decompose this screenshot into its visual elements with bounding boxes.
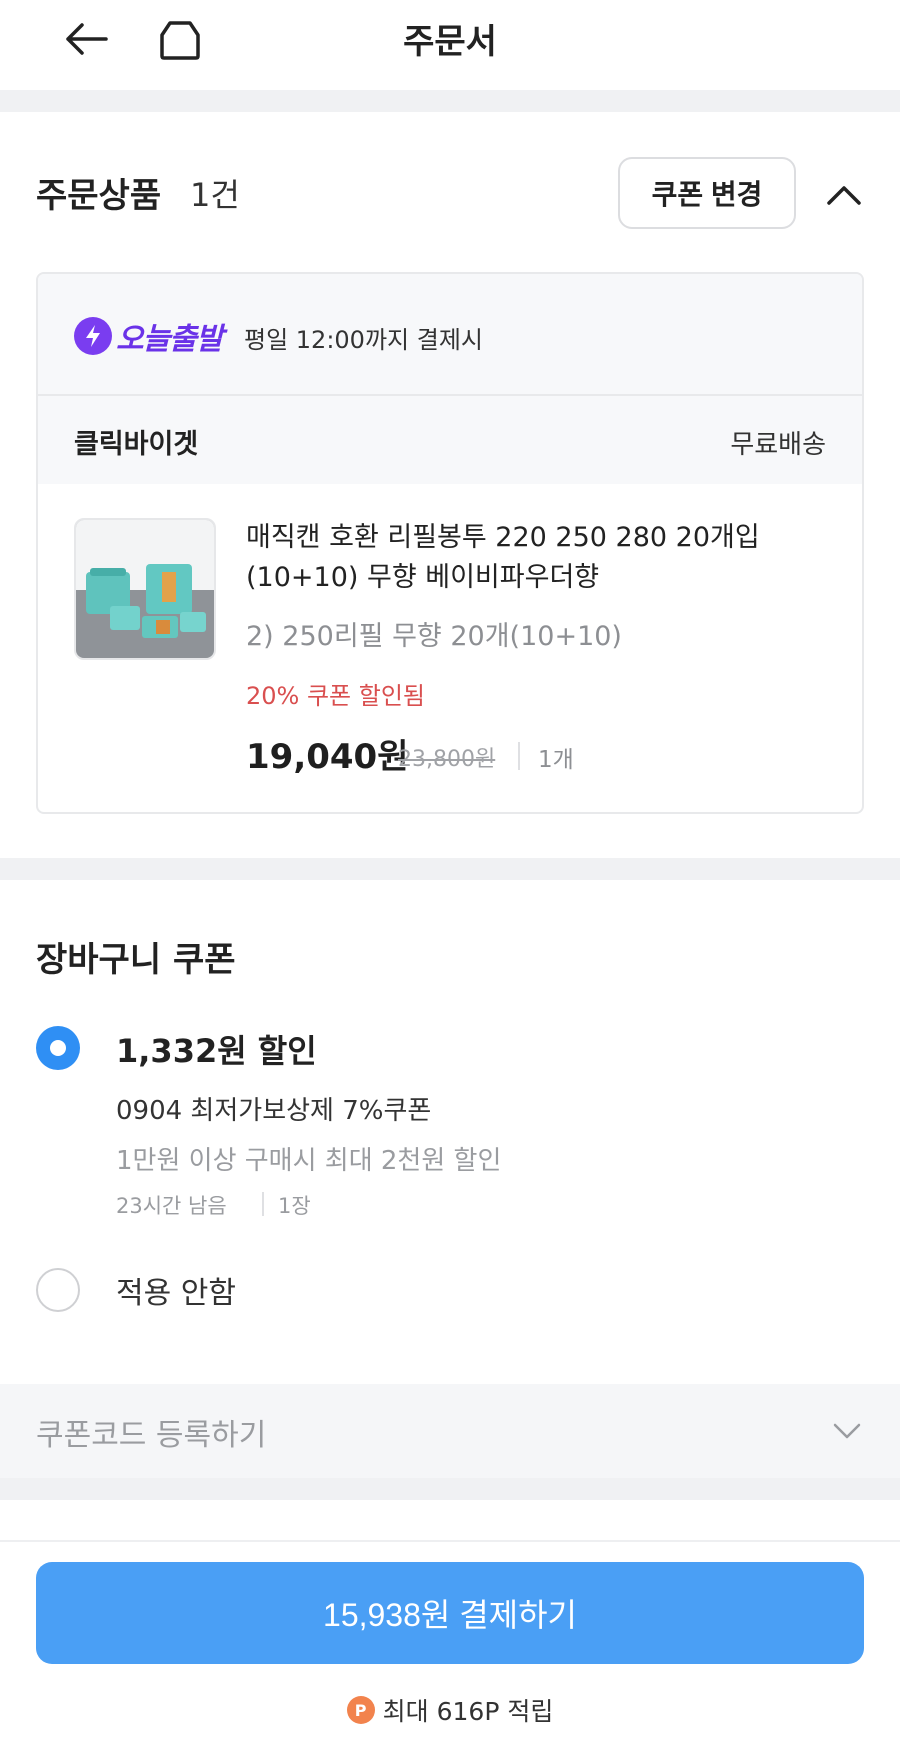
product-option: 2) 250리필 무향 20개(10+10) (246, 621, 622, 652)
lightning-icon (74, 317, 112, 355)
discount-note: 20% 쿠폰 할인됨 (246, 682, 426, 710)
section-divider (0, 90, 900, 112)
coupon-code-register[interactable]: 쿠폰코드 등록하기 (0, 1384, 900, 1478)
seller-row: 클릭바이겟 무료배송 (38, 396, 862, 484)
shipping-fee: 무료배송 (730, 430, 826, 460)
coupon-condition: 1만원 이상 구매시 최대 2천원 할인 (116, 1146, 502, 1176)
pay-button[interactable]: 15,938원 결제하기 (36, 1562, 864, 1664)
section-divider (0, 858, 900, 880)
chevron-down-icon (830, 1414, 864, 1448)
product-price: 19,040원 (246, 737, 409, 777)
points-info: P 최대 616P 적립 (0, 1692, 900, 1728)
coupon-code-label: 쿠폰코드 등록하기 (36, 1418, 267, 1453)
top-bar: 주문서 (0, 0, 900, 90)
section-divider (0, 1478, 900, 1500)
order-item-card: 오늘출발 평일 12:00까지 결제시 클릭바이겟 무료배송 매직캔 호환 리필… (36, 272, 864, 814)
coupon-name: 0904 최저가보상제 7%쿠폰 (116, 1096, 432, 1126)
coupon-remaining-time: 23시간 남음 (116, 1194, 227, 1218)
today-departure-badge: 오늘출발 (74, 314, 223, 358)
coupon-count: 1장 (278, 1194, 311, 1218)
payment-bar: 15,938원 결제하기 P 최대 616P 적립 (0, 1540, 900, 1755)
departure-note: 평일 12:00까지 결제시 (244, 326, 483, 354)
points-text: 최대 616P 적립 (382, 1697, 554, 1726)
points-icon: P (346, 1696, 375, 1724)
page-title: 주문서 (403, 22, 497, 62)
order-section-title: 주문상품 (36, 176, 162, 216)
badge-label: 오늘출발 (116, 322, 223, 357)
coupon-change-button[interactable]: 쿠폰 변경 (618, 157, 796, 229)
cart-coupon-title: 장바구니 쿠폰 (36, 940, 236, 980)
product-name[interactable]: 매직캔 호환 리필봉투 220 250 280 20개입 (10+10) 무향 … (246, 518, 806, 598)
order-count: 1건 (190, 176, 240, 214)
original-price: 23,800원 (398, 747, 496, 772)
coupon-radio-selected[interactable] (36, 1026, 80, 1070)
product-thumbnail[interactable] (74, 518, 216, 660)
coupon-radio-none[interactable] (36, 1268, 80, 1312)
chevron-up-icon[interactable] (818, 170, 870, 220)
coupon-discount-amount[interactable]: 1,332원 할인 (116, 1026, 317, 1072)
divider (262, 1192, 264, 1216)
product-quantity: 1개 (538, 747, 574, 773)
departure-info: 오늘출발 평일 12:00까지 결제시 (38, 274, 862, 396)
seller-name: 클릭바이겟 (74, 429, 199, 460)
divider (518, 742, 520, 770)
no-coupon-label[interactable]: 적용 안함 (116, 1268, 236, 1312)
